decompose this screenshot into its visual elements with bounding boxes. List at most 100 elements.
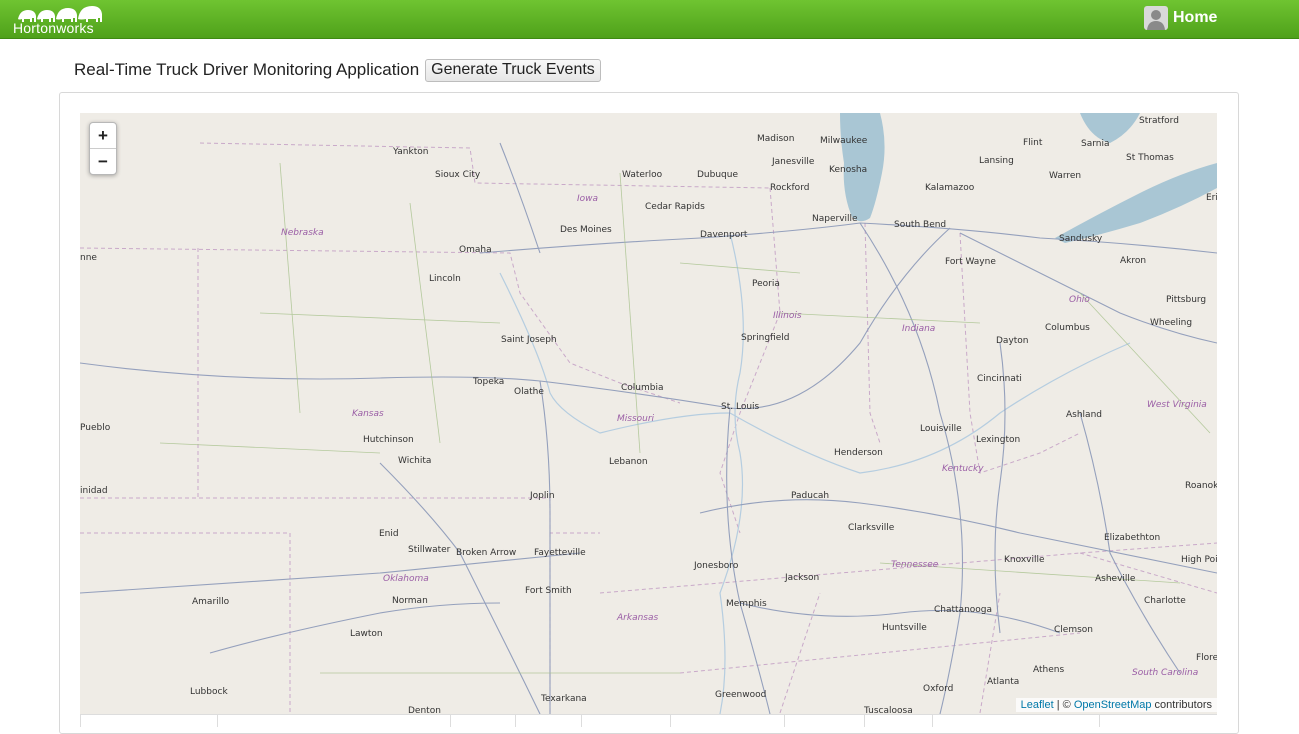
city-label: Knoxville — [1004, 555, 1045, 565]
city-label: Chattanooga — [934, 605, 993, 615]
city-label: Springfield — [741, 333, 790, 343]
table-column — [864, 715, 932, 727]
city-label: Olathe — [514, 387, 544, 397]
city-label: Wichita — [398, 456, 432, 466]
table-column — [80, 715, 217, 727]
city-label: Cedar Rapids — [645, 202, 705, 212]
state-label: Kentucky — [942, 464, 984, 474]
city-label: Fayetteville — [534, 548, 586, 558]
city-label: Davenport — [700, 230, 748, 240]
city-label: Jonesboro — [694, 561, 739, 571]
city-label: Wheeling — [1150, 318, 1193, 328]
city-label: Huntsville — [882, 623, 927, 633]
minor-roads — [159, 162, 1211, 674]
state-label: Missouri — [617, 414, 655, 424]
page-title: Real-Time Truck Driver Monitoring Applic… — [74, 60, 420, 79]
city-label: South Bend — [894, 220, 947, 230]
city-label: Flore — [1196, 653, 1217, 663]
city-label: Lebanon — [609, 457, 648, 467]
city-label: Pueblo — [80, 423, 111, 433]
openstreetmap-link[interactable]: OpenStreetMap — [1074, 699, 1152, 711]
city-label: Fort Smith — [525, 586, 572, 596]
city-label: High Poi — [1181, 555, 1217, 565]
city-label: Lincoln — [429, 274, 461, 284]
table-column — [450, 715, 515, 727]
table-column — [1098, 715, 1217, 727]
city-label: Flint — [1023, 138, 1043, 148]
city-label: Fort Wayne — [945, 257, 996, 267]
generate-truck-events-button[interactable]: Generate Truck Events — [425, 58, 601, 82]
city-label: Henderson — [834, 448, 883, 458]
map-attribution: Leaflet | © OpenStreetMap contributors — [1015, 698, 1217, 712]
city-label: Atlanta — [987, 677, 1020, 687]
zoom-out-button[interactable]: − — [90, 148, 116, 174]
state-label: Illinois — [773, 311, 802, 321]
city-label: Stratford — [1139, 116, 1179, 126]
title-row: Real-Time Truck Driver Monitoring Applic… — [74, 58, 601, 82]
home-link[interactable]: Home — [1144, 6, 1217, 30]
state-label: Tennessee — [891, 560, 939, 570]
city-label: Ashland — [1066, 410, 1102, 420]
city-label: Sarnia — [1081, 139, 1110, 149]
city-label: St. Louis — [721, 402, 760, 412]
city-label: Columbia — [621, 383, 664, 393]
city-label: Paducah — [791, 491, 830, 501]
city-label: Asheville — [1095, 574, 1136, 584]
city-label: Hutchinson — [363, 435, 414, 445]
state-label: Iowa — [577, 194, 599, 204]
city-label: Naperville — [812, 214, 858, 224]
city-label: Erie — [1206, 193, 1217, 203]
attribution-separator: | © — [1053, 699, 1074, 711]
city-label: Charlotte — [1144, 596, 1186, 606]
city-label: Cincinnati — [977, 374, 1022, 384]
state-label: West Virginia — [1147, 400, 1207, 410]
top-navbar: Hortonworks Home — [0, 0, 1299, 39]
city-label: inidad — [80, 486, 108, 496]
state-label: Kansas — [352, 409, 384, 419]
city-label: Kalamazoo — [925, 183, 975, 193]
state-borders — [80, 142, 1217, 714]
city-label: Madison — [757, 134, 795, 144]
user-avatar-icon — [1144, 6, 1168, 30]
city-label: Pittsburg — [1166, 295, 1207, 305]
city-label: Kenosha — [829, 165, 868, 175]
city-label: Waterloo — [622, 170, 663, 180]
brand-wordmark: Hortonworks — [13, 20, 94, 36]
zoom-in-button[interactable]: + — [90, 123, 116, 148]
table-column — [581, 715, 669, 727]
leaflet-link[interactable]: Leaflet — [1021, 699, 1054, 711]
city-label: Memphis — [726, 599, 767, 609]
city-label: Clarksville — [848, 523, 895, 533]
city-label: Joplin — [530, 491, 555, 501]
city-label: Columbus — [1045, 323, 1090, 333]
table-column — [669, 715, 784, 727]
rivers — [499, 232, 1131, 714]
city-label: Lexington — [976, 435, 1021, 445]
city-label: Peoria — [752, 279, 780, 289]
attribution-suffix: contributors — [1151, 699, 1212, 711]
city-label: Dubuque — [697, 170, 739, 180]
city-label: Jackson — [785, 573, 820, 583]
map-view[interactable]: Yankton Sioux City Madison Milwaukee Janesvi… — [80, 113, 1217, 714]
city-label: Milwaukee — [820, 136, 868, 146]
city-label: Denton — [408, 706, 441, 714]
city-label: Roanok — [1185, 481, 1217, 491]
city-label: Amarillo — [192, 597, 230, 607]
city-label: Janesville — [772, 157, 815, 167]
city-label: Texarkana — [541, 694, 587, 704]
state-label: Arkansas — [617, 613, 659, 623]
city-label: Dayton — [996, 336, 1029, 346]
city-label: Oxford — [923, 684, 954, 694]
city-label: Des Moines — [560, 225, 612, 235]
table-column — [217, 715, 450, 727]
city-label: Greenwood — [715, 690, 767, 700]
state-label: Ohio — [1069, 295, 1090, 305]
table-column — [784, 715, 864, 727]
zoom-control: + − — [89, 122, 117, 175]
city-label: Warren — [1049, 171, 1082, 181]
city-label: Topeka — [473, 377, 505, 387]
city-label: Lansing — [979, 156, 1014, 166]
city-label: Tuscaloosa — [864, 706, 913, 714]
city-label: Clemson — [1054, 625, 1093, 635]
city-label: Sandusky — [1059, 234, 1103, 244]
